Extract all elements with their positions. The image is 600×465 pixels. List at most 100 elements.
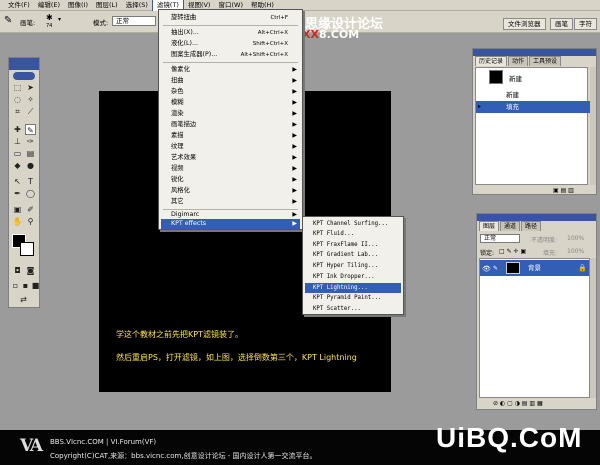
blur-icon[interactable]: ◆ xyxy=(12,160,23,171)
standard-mode-icon[interactable]: ◘ xyxy=(12,265,23,276)
history-brush-icon[interactable]: ✑ xyxy=(25,136,36,147)
path-select-icon[interactable]: ↖ xyxy=(12,176,23,187)
kpt-item[interactable]: KPT Scatter... xyxy=(305,304,401,314)
filter-item-label: 其它 xyxy=(171,198,184,205)
opacity-value[interactable]: 100% xyxy=(567,235,584,242)
history-footer-icons[interactable]: ▣ ▤ ▥ xyxy=(553,187,574,194)
brush-tool-icon[interactable]: ✎ xyxy=(4,15,12,26)
history-list xyxy=(475,67,588,185)
kpt-item[interactable]: KPT Gradient Lab... xyxy=(305,250,401,260)
screen-mode-full-icon[interactable]: ■ xyxy=(30,280,41,291)
layers-footer-icons[interactable]: ⊘ ◐ ▢ ◑ ▤ ▥ ▦ xyxy=(493,400,543,407)
history-panel-tabs: 历史记录 动作 工具预设 xyxy=(473,56,596,66)
filter-liquify[interactable]: 液化(L)... Shift+Ctrl+X xyxy=(161,39,300,49)
kpt-item[interactable]: KPT Pyramid Paint... xyxy=(305,293,401,303)
clone-stamp-icon[interactable]: ⊥ xyxy=(12,136,23,147)
filter-extract[interactable]: 抽出(X)... Alt+Ctrl+X xyxy=(161,28,300,38)
lasso-icon[interactable]: ◌ xyxy=(12,94,23,105)
filter-kpt-effects[interactable]: KPT effects ▶ xyxy=(161,219,300,229)
watermark-url: XX8.COM xyxy=(302,28,359,41)
lock-label: 锁定: xyxy=(480,250,495,257)
tab-tool-presets[interactable]: 工具预设 xyxy=(529,56,562,66)
layers-scrollbar[interactable] xyxy=(590,258,596,398)
slice-icon[interactable]: ⟋ xyxy=(25,106,36,117)
quick-mask-icon[interactable]: ◙ xyxy=(25,265,36,276)
kpt-item[interactable]: KPT Fluid... xyxy=(305,229,401,239)
brush-icon[interactable]: ✎ xyxy=(25,124,36,135)
history-row-fill[interactable]: 填充 xyxy=(476,101,590,113)
menu-edit[interactable]: 编辑(E) xyxy=(34,0,64,11)
magic-wand-icon[interactable]: ✧ xyxy=(25,94,36,105)
blend-mode-select[interactable]: 正常 xyxy=(480,234,520,243)
tab-file-browser[interactable]: 文件浏览器 xyxy=(503,18,546,30)
history-row-new[interactable]: 新建 xyxy=(476,89,590,101)
marquee-icon[interactable]: ⬚ xyxy=(12,82,23,93)
layer-lock-icon: 🔒 xyxy=(578,264,587,272)
menu-file[interactable]: 文件(F) xyxy=(4,0,34,11)
kpt-item[interactable]: KPT Ink Dropper... xyxy=(305,272,401,282)
layer-row-background[interactable]: 👁 ✎ 背景 🔒 xyxy=(480,260,589,276)
tab-brushes[interactable]: 画笔 xyxy=(550,18,573,30)
shape-icon[interactable]: ◯ xyxy=(25,188,36,199)
filter-texture[interactable]: 纹理 ▶ xyxy=(161,142,300,152)
filter-other[interactable]: 其它 ▶ xyxy=(161,197,300,207)
menu-layer[interactable]: 图层(L) xyxy=(92,0,122,11)
submenu-arrow-icon: ▶ xyxy=(292,187,297,194)
tab-channels[interactable]: 通道 xyxy=(500,221,521,231)
tab-history[interactable]: 历史记录 xyxy=(475,56,508,66)
tab-file-browser-label: 文件浏览器 xyxy=(508,20,541,28)
move-icon[interactable]: ➤ xyxy=(25,82,36,93)
crop-icon[interactable]: ⌗ xyxy=(12,106,23,117)
kpt-item[interactable]: KPT Hyper Tiling... xyxy=(305,261,401,271)
background-color-swatch[interactable] xyxy=(20,242,34,256)
filter-sketch[interactable]: 素描 ▶ xyxy=(161,131,300,141)
filter-last-twirl[interactable]: 旋转扭曲 Ctrl+F xyxy=(161,13,300,23)
menu-select[interactable]: 选择(S) xyxy=(122,0,152,11)
gradient-icon[interactable]: ▤ xyxy=(25,148,36,159)
eraser-icon[interactable]: ▭ xyxy=(12,148,23,159)
filter-item-label: KPT effects xyxy=(171,220,207,227)
filter-stylize[interactable]: 风格化 ▶ xyxy=(161,186,300,196)
type-icon[interactable]: T xyxy=(25,176,36,187)
notes-icon[interactable]: ▣ xyxy=(12,204,23,215)
photoshop-logo-icon[interactable] xyxy=(13,72,35,80)
filter-pixelate[interactable]: 像素化 ▶ xyxy=(161,65,300,75)
brush-dropdown-icon[interactable]: ▾ xyxy=(58,16,61,23)
layer-visibility-eye-icon[interactable]: 👁 xyxy=(482,263,491,275)
history-scrollbar[interactable] xyxy=(590,67,596,185)
tab-paths[interactable]: 路径 xyxy=(521,221,542,231)
filter-blur[interactable]: 模糊 ▶ xyxy=(161,98,300,108)
filter-video[interactable]: 视频 ▶ xyxy=(161,164,300,174)
lock-icons[interactable]: □ ✎ ✛ ▣ xyxy=(499,248,526,255)
kpt-item[interactable]: KPT FraxFlame II... xyxy=(305,240,401,250)
brush-preview-icon[interactable]: ✱ xyxy=(46,13,53,22)
tab-actions[interactable]: 动作 xyxy=(508,56,529,66)
kpt-item[interactable]: KPT Channel Surfing... xyxy=(305,219,401,229)
submenu-arrow-icon: ▶ xyxy=(292,165,297,172)
tab-layers[interactable]: 图层 xyxy=(479,221,500,231)
tab-character[interactable]: 字符 xyxy=(574,18,597,30)
snapshot-thumbnail[interactable] xyxy=(489,70,503,84)
filter-distort[interactable]: 扭曲 ▶ xyxy=(161,76,300,86)
hand-icon[interactable]: ✋ xyxy=(12,216,23,227)
mode-select[interactable]: 正常 xyxy=(112,16,156,26)
filter-item-label: 艺术效果 xyxy=(171,154,197,161)
filter-pattern-maker[interactable]: 图案生成器(P)... Alt+Shift+Ctrl+X xyxy=(161,50,300,60)
filter-pattern-label: 图案生成器(P)... xyxy=(171,51,218,58)
eyedropper-icon[interactable]: ✐ xyxy=(25,204,36,215)
filter-item-label: Digimarc xyxy=(171,211,200,218)
zoom-icon[interactable]: ⚲ xyxy=(25,216,36,227)
fill-value[interactable]: 100% xyxy=(567,248,584,255)
filter-sharpen[interactable]: 锐化 ▶ xyxy=(161,175,300,185)
kpt-item-lightning[interactable]: KPT Lightning... xyxy=(305,283,401,293)
submenu-arrow-icon: ▶ xyxy=(292,154,297,161)
pen-icon[interactable]: ✒ xyxy=(12,188,23,199)
filter-noise[interactable]: 杂色 ▶ xyxy=(161,87,300,97)
filter-brush-strokes[interactable]: 画笔描边 ▶ xyxy=(161,120,300,130)
menu-image[interactable]: 图像(I) xyxy=(64,0,92,11)
jump-to-imageready-icon[interactable]: ⇄ xyxy=(18,294,29,305)
filter-render[interactable]: 渲染 ▶ xyxy=(161,109,300,119)
filter-artistic[interactable]: 艺术效果 ▶ xyxy=(161,153,300,163)
dodge-icon[interactable]: ● xyxy=(25,160,36,171)
healing-brush-icon[interactable]: ✚ xyxy=(12,124,23,135)
